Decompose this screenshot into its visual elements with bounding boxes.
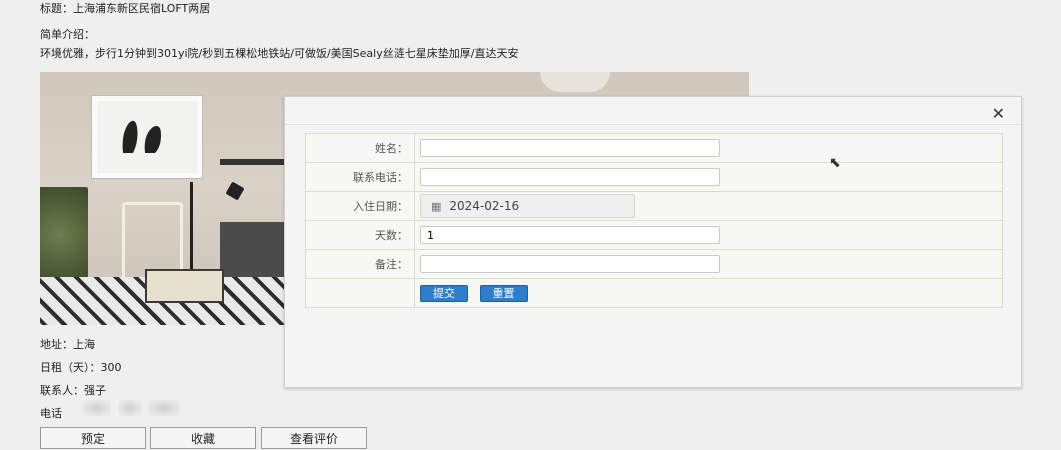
redacted-phone-part xyxy=(118,400,142,416)
address: 地址：上海 xyxy=(40,338,95,351)
calendar-icon: ▦ xyxy=(431,199,442,213)
reset-button[interactable]: 重置 xyxy=(479,284,528,302)
days-label: 天数： xyxy=(305,220,415,250)
name-input[interactable] xyxy=(420,139,720,157)
checkin-label: 入住日期： xyxy=(305,191,415,221)
note-label: 备注： xyxy=(305,249,415,279)
view-reviews-button[interactable]: 查看评价 xyxy=(261,427,367,449)
redacted-phone xyxy=(83,400,111,416)
book-button[interactable]: 预定 xyxy=(40,427,146,449)
listing-title: 标题：上海浦东新区民宿LOFT两居 xyxy=(40,2,211,15)
days-input[interactable] xyxy=(420,226,720,244)
submit-button[interactable]: 提交 xyxy=(420,284,468,302)
checkin-date-value: 2024-02-16 xyxy=(449,199,520,213)
close-icon[interactable]: ✕ xyxy=(992,104,1005,123)
intro-label: 简单介绍： xyxy=(40,28,95,41)
booking-form: 姓名： 联系电话： 入住日期： ▦ 2024-02-16 天数： 备注： xyxy=(305,133,1003,308)
phone-input[interactable] xyxy=(420,168,720,186)
note-input[interactable] xyxy=(420,255,720,273)
redacted-phone-part xyxy=(148,400,180,416)
favorite-button[interactable]: 收藏 xyxy=(150,427,256,449)
daily-rent: 日租（天）：300 xyxy=(40,361,122,374)
contact-person: 联系人：强子 xyxy=(40,384,106,397)
mouse-cursor-icon: ⬉ xyxy=(829,155,841,171)
phone-field-label: 联系电话： xyxy=(305,162,415,192)
phone-label: 电话 xyxy=(40,407,62,420)
intro-text: 环境优雅，步行1分钟到301yi院/秒到五棵松地铁站/可做饭/美国Sealy丝涟… xyxy=(40,47,519,60)
name-label: 姓名： xyxy=(305,133,415,163)
checkin-date-input[interactable]: ▦ 2024-02-16 xyxy=(420,194,635,218)
wall-art xyxy=(92,96,202,178)
booking-dialog: ✕ 姓名： 联系电话： 入住日期： ▦ 2024-02-16 天数： 备注： xyxy=(284,96,1022,388)
actions-label-cell xyxy=(305,278,415,308)
